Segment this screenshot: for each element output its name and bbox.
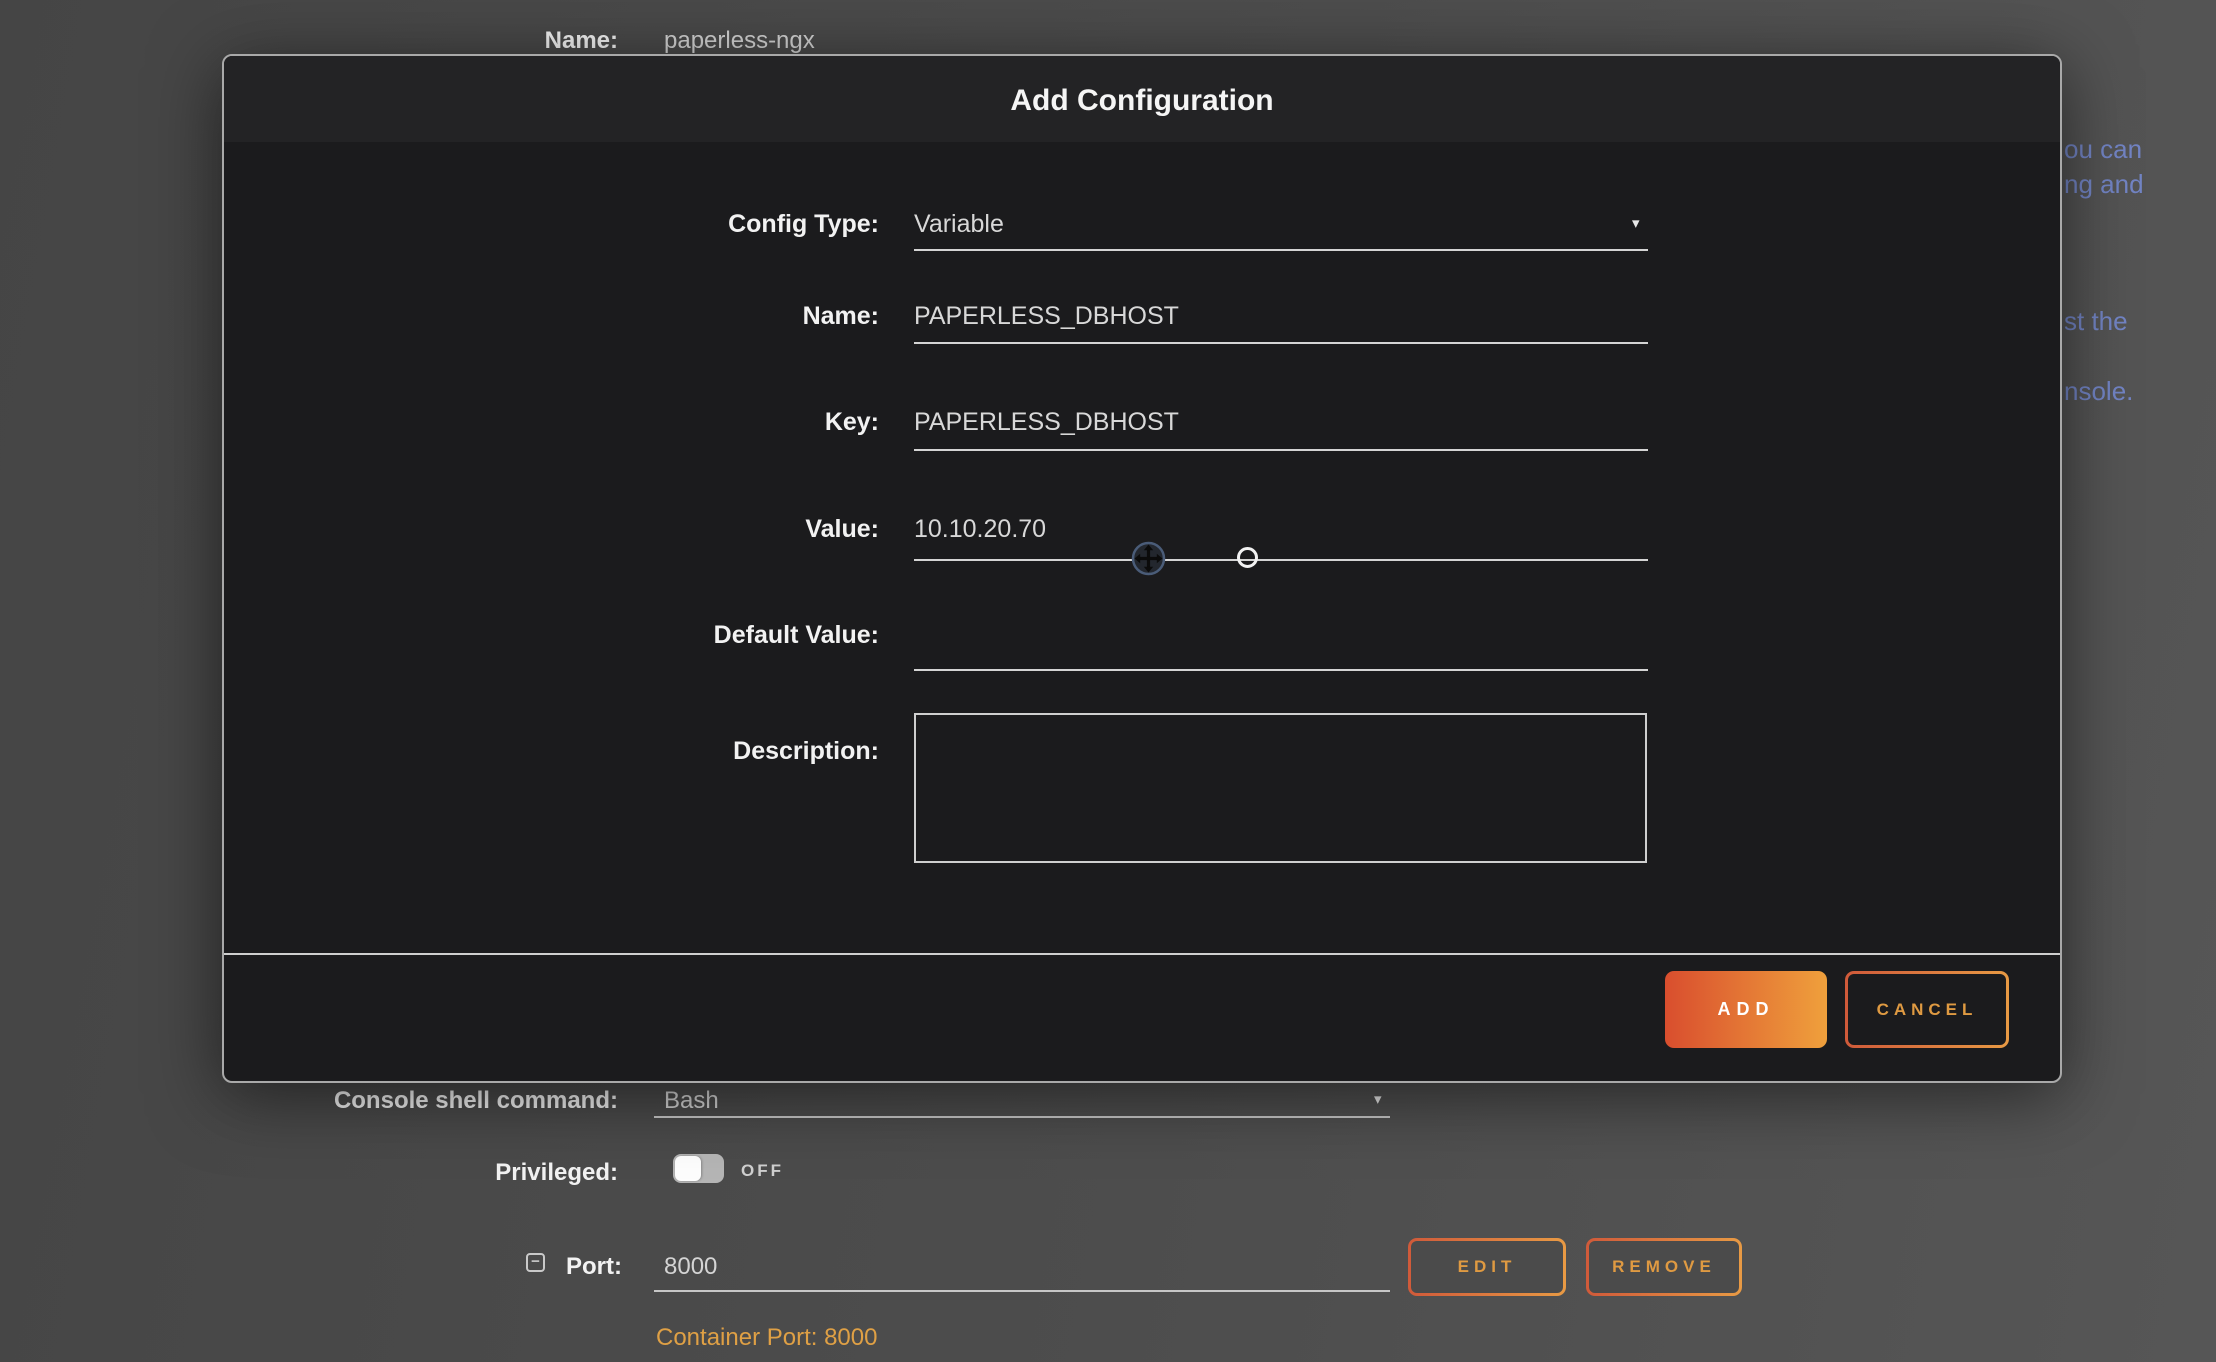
default-value-label: Default Value: <box>424 614 879 656</box>
screen: Name: paperless-ngx ou can ng and st the… <box>0 0 2216 1362</box>
help-text-fragment: st the <box>2064 306 2128 336</box>
default-value-input[interactable] <box>914 614 1648 656</box>
privileged-toggle[interactable] <box>673 1154 724 1183</box>
key-input[interactable] <box>914 401 1648 443</box>
privileged-label: Privileged: <box>350 1158 618 1188</box>
key-underline <box>914 449 1648 451</box>
value-input[interactable] <box>914 508 1648 550</box>
help-text-fragment: nsole. <box>2064 376 2133 406</box>
help-text-fragment: ng and <box>2064 169 2144 199</box>
container-name-value: paperless-ngx <box>664 26 815 56</box>
port-value[interactable]: 8000 <box>664 1252 717 1282</box>
remove-button[interactable]: REMOVE <box>1586 1238 1742 1296</box>
value-label: Value: <box>424 508 879 550</box>
value-underline <box>914 559 1648 561</box>
add-button[interactable]: ADD <box>1665 971 1827 1048</box>
config-type-underline <box>914 249 1648 251</box>
cancel-button-label: CANCEL <box>1848 974 2006 1045</box>
default-value-underline <box>914 669 1648 671</box>
cancel-button[interactable]: CANCEL <box>1845 971 2009 1048</box>
dialog-header: Add Configuration <box>224 56 2060 142</box>
privileged-state-text: OFF <box>741 1161 784 1181</box>
description-label: Description: <box>424 730 879 772</box>
console-shell-command-label: Console shell command: <box>300 1086 618 1116</box>
console-shell-command-underline <box>654 1116 1390 1118</box>
port-underline <box>654 1290 1390 1292</box>
footer-divider <box>224 953 2060 955</box>
name-underline <box>914 342 1648 344</box>
name-input[interactable] <box>914 295 1648 337</box>
chevron-down-icon[interactable]: ▾ <box>1632 216 1640 231</box>
click-indicator-circle <box>1237 547 1258 568</box>
edit-button[interactable]: EDIT <box>1408 1238 1566 1296</box>
key-label: Key: <box>424 401 879 443</box>
port-label: Port: <box>500 1252 622 1282</box>
container-port-hint: Container Port: 8000 <box>656 1324 877 1352</box>
toggle-knob <box>675 1156 701 1181</box>
console-shell-command-value[interactable]: Bash <box>664 1086 719 1116</box>
container-name-label: Name: <box>400 26 618 56</box>
config-type-label: Config Type: <box>424 203 879 245</box>
help-text-fragment: ou can <box>2064 134 2142 164</box>
config-type-select[interactable]: Variable <box>914 203 1648 245</box>
dialog-title: Add Configuration <box>224 84 2060 118</box>
description-textarea[interactable] <box>914 713 1647 863</box>
move-cursor-icon <box>1130 540 1167 577</box>
chevron-down-icon[interactable]: ▾ <box>1374 1092 1382 1107</box>
remove-button-label: REMOVE <box>1589 1241 1739 1293</box>
edit-button-label: EDIT <box>1411 1241 1563 1293</box>
name-label: Name: <box>424 295 879 337</box>
